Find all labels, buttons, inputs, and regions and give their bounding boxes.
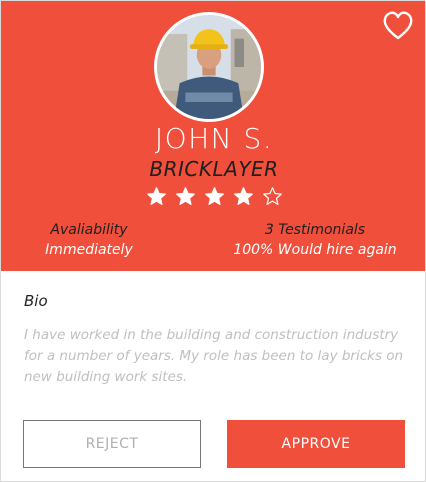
availability-stat: Avaliability Immediately [1,220,189,260]
star-filled-icon [204,187,224,205]
reject-button[interactable]: REJECT [23,420,201,468]
testimonials-stat: 3 Testimonials 100% Would hire again [215,220,415,260]
star-filled-icon [233,187,253,205]
hire-again-value: 100% Would hire again [233,242,397,258]
testimonials-label[interactable]: 3 Testimonials [215,220,415,240]
avatar [154,12,264,122]
rating-stars [1,186,425,207]
worker-name: JOHN S. [154,122,274,155]
star-filled-icon [175,187,195,205]
heart-icon[interactable] [382,11,414,41]
bio-text: I have worked in the building and constr… [24,327,404,385]
availability-label: Avaliability [50,222,128,238]
worker-profile-card: JOHN S. BRICKLAYER Avaliability Immediat… [0,0,426,482]
star-filled-icon [146,187,166,205]
star-outline-icon [262,187,282,205]
approve-button[interactable]: APPROVE [227,420,405,468]
worker-role: BRICKLAYER [149,157,279,181]
profile-header: JOHN S. BRICKLAYER Avaliability Immediat… [1,1,425,271]
bio-heading: Bio [24,292,48,310]
availability-value: Immediately [45,242,133,258]
